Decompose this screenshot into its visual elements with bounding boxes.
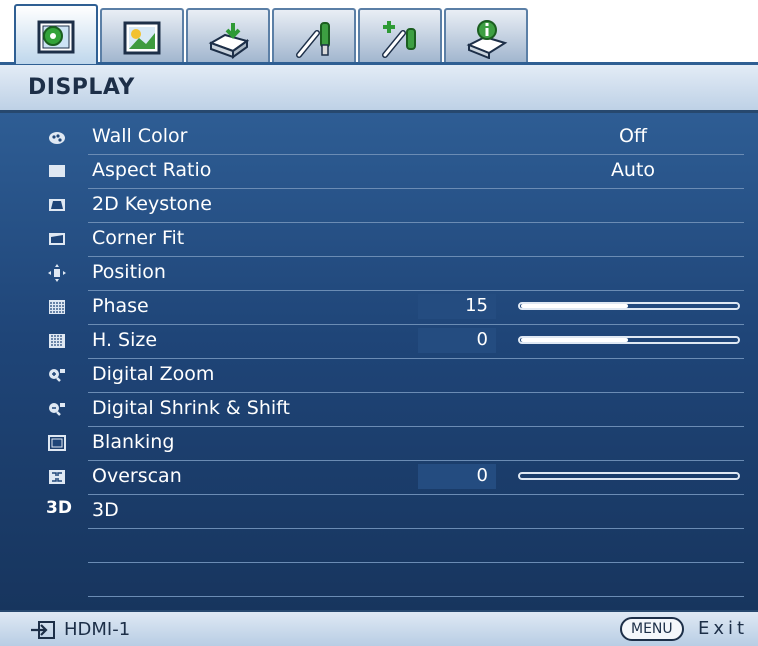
h-size-value-box: 0: [418, 328, 496, 353]
system-setup-advanced-icon: [382, 21, 416, 58]
menu-item-digital-shrink-shift[interactable]: Digital Shrink & Shift: [49, 392, 744, 427]
keystone-icon: [49, 199, 65, 211]
menu-item-label: Phase: [92, 295, 149, 317]
menu-button[interactable]: MENU: [620, 617, 684, 641]
menu-item-label: Position: [92, 261, 166, 283]
menu-item-corner-fit[interactable]: Corner Fit: [49, 222, 744, 257]
menu-item-aspect-ratio[interactable]: Aspect Ratio Auto: [49, 154, 744, 189]
display-icon: [37, 20, 75, 54]
menu-item-label: 2D Keystone: [92, 193, 212, 215]
tab-display[interactable]: [14, 4, 98, 64]
phase-slider-fill: [521, 304, 628, 308]
menu-item-position[interactable]: Position: [48, 256, 744, 291]
digital-shrink-icon: [49, 403, 65, 416]
menu-item-blanking[interactable]: Blanking: [48, 426, 744, 461]
exit-label: Exit: [698, 618, 749, 639]
phase-value-box: 15: [418, 294, 496, 319]
h-size-icon: [49, 334, 65, 348]
h-size-slider[interactable]: [518, 336, 740, 344]
empty-row: [88, 562, 744, 597]
position-icon: [48, 264, 66, 282]
3d-icon: 3D: [46, 498, 72, 518]
menu-item-label: Aspect Ratio: [92, 159, 212, 181]
blanking-icon: [48, 435, 66, 451]
status-bar: HDMI-1 MENU Exit: [0, 610, 758, 646]
phase-slider[interactable]: [518, 302, 740, 310]
menu-header: DISPLAY: [0, 65, 758, 113]
menu-item-value: Auto: [610, 159, 656, 181]
digital-zoom-icon: [49, 369, 65, 382]
corner-fit-icon: [49, 233, 65, 245]
menu-item-h-size[interactable]: H. Size 0: [49, 324, 744, 359]
menu-item-label: 3D: [92, 499, 119, 521]
menu-item-label: Digital Shrink & Shift: [92, 397, 290, 419]
phase-value: 15: [465, 295, 488, 316]
tab-system-setup-advanced[interactable]: [358, 8, 442, 64]
menu-item-phase[interactable]: Phase 15: [49, 290, 744, 325]
overscan-value: 0: [476, 465, 488, 486]
tab-bar: [0, 0, 758, 64]
empty-row: [88, 528, 744, 563]
overscan-icon: [49, 470, 65, 484]
page-title: DISPLAY: [28, 75, 135, 100]
system-setup-basic-icon: [296, 22, 330, 58]
menu-item-2d-keystone[interactable]: 2D Keystone: [49, 188, 744, 223]
tab-picture[interactable]: [100, 8, 184, 64]
overscan-slider[interactable]: [518, 472, 740, 480]
menu-item-label: Blanking: [92, 431, 175, 453]
tab-system-setup-basic[interactable]: [272, 8, 356, 64]
h-size-slider-fill: [521, 338, 628, 342]
menu-item-label: Overscan: [92, 465, 182, 487]
menu-item-label: Wall Color: [92, 125, 188, 147]
source-icon: [208, 23, 250, 59]
tab-source[interactable]: [186, 8, 270, 64]
menu-item-digital-zoom[interactable]: Digital Zoom: [49, 358, 744, 393]
menu-item-label: Corner Fit: [92, 227, 185, 249]
menu-item-wall-color[interactable]: Wall Color Off: [49, 120, 744, 155]
phase-icon: [49, 300, 65, 314]
current-source-label: HDMI-1: [64, 619, 131, 640]
menu-item-label: Digital Zoom: [92, 363, 215, 385]
h-size-value: 0: [476, 329, 488, 350]
overscan-value-box: 0: [418, 464, 496, 489]
input-source-icon: [31, 621, 55, 639]
aspect-ratio-icon: [49, 165, 65, 177]
menu-item-3d[interactable]: 3D 3D: [46, 494, 744, 529]
wall-color-icon: [49, 132, 65, 144]
menu-item-overscan[interactable]: Overscan 0: [49, 460, 744, 495]
tab-information[interactable]: [444, 8, 528, 64]
menu-item-value: Off: [618, 125, 648, 147]
picture-icon: [123, 21, 161, 55]
menu-item-label: H. Size: [92, 329, 158, 351]
menu-panel: Wall Color Off Aspect Ratio Auto 2D Keys…: [0, 113, 758, 610]
information-icon: [466, 20, 508, 59]
